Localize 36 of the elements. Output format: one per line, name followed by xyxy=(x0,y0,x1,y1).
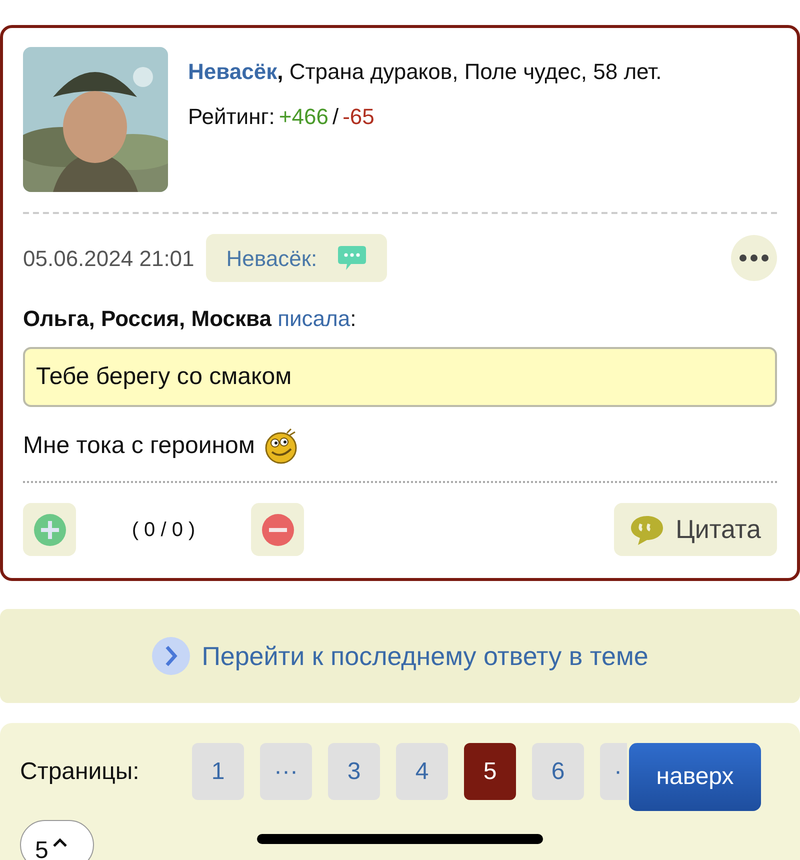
chat-bubble-icon xyxy=(337,244,368,272)
vote-count: ( 0 / 0 ) xyxy=(130,518,196,542)
pages-label: Страницы: xyxy=(20,756,140,786)
caret-icon xyxy=(52,837,68,849)
quote-button[interactable]: Цитата xyxy=(614,503,777,556)
page-button[interactable]: 6 xyxy=(532,743,584,800)
more-button[interactable] xyxy=(731,235,777,281)
rating-label: Рейтинг: xyxy=(188,103,275,131)
reply-to-button[interactable]: Невасёк: xyxy=(206,234,388,282)
page-button[interactable]: 3 xyxy=(328,743,380,800)
rating-separator: / xyxy=(332,103,339,131)
quote-author-link[interactable]: писала xyxy=(278,306,350,331)
last-reply-link[interactable]: Перейти к последнему ответу в теме xyxy=(0,609,800,703)
upvote-button[interactable] xyxy=(23,503,76,556)
rating-positive: +466 xyxy=(278,103,328,131)
page-button[interactable]: ··· xyxy=(260,743,312,800)
smiley-icon xyxy=(262,427,299,465)
page-button[interactable]: 5 xyxy=(464,743,516,800)
minus-icon xyxy=(260,512,294,546)
page-select[interactable]: 5 xyxy=(20,820,94,860)
message-text: Мне тока с героином xyxy=(23,431,255,461)
chevron-right-icon xyxy=(152,637,190,675)
downvote-button[interactable] xyxy=(251,503,304,556)
quote-author: Ольга, Россия, Москва писала: xyxy=(23,305,358,333)
plus-icon xyxy=(32,512,66,546)
scroll-top-button[interactable]: наверх xyxy=(629,743,761,811)
page-button[interactable]: 4 xyxy=(396,743,448,800)
page-button[interactable]: 1 xyxy=(192,743,244,800)
quote-text: Тебе берегу со смаком xyxy=(23,347,777,407)
author-link[interactable]: Невасёк xyxy=(188,59,278,84)
more-icon xyxy=(739,254,769,262)
author-info: Невасёк, Страна дураков, Поле чудес, 58 лет. xyxy=(188,58,662,86)
post-date: 05.06.2024 21:01 xyxy=(23,244,194,272)
quote-bubble-icon xyxy=(630,514,664,546)
page-button[interactable]: · xyxy=(600,743,627,800)
rating-negative: -65 xyxy=(342,103,374,131)
